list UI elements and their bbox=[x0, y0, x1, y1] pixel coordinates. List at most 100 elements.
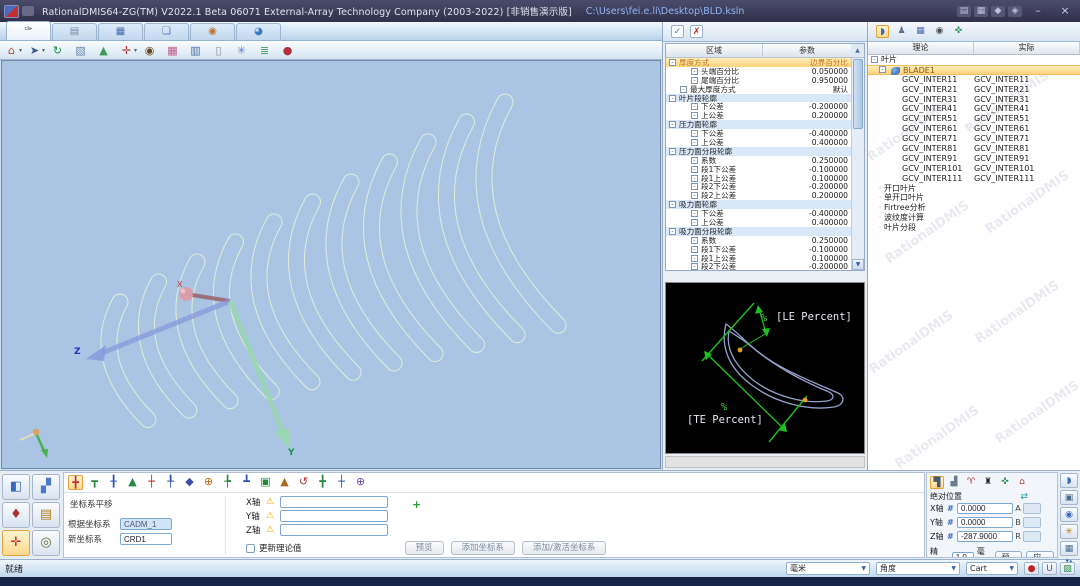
parameter-row[interactable]: -上公差 0.200000 bbox=[666, 111, 864, 120]
cs-offset-icon[interactable]: ╋ bbox=[315, 475, 330, 490]
expander-icon[interactable]: - bbox=[691, 210, 698, 217]
dropdown-arrow-icon[interactable]: ▾ bbox=[19, 47, 25, 54]
expander-icon[interactable]: - bbox=[691, 166, 698, 173]
connection-icon[interactable]: ▨ bbox=[1060, 562, 1075, 575]
expander-icon[interactable]: - bbox=[691, 77, 698, 84]
expander-icon[interactable]: - bbox=[691, 219, 698, 226]
scroll-down-icon[interactable]: ▼ bbox=[852, 259, 864, 270]
view-3d-icon[interactable]: ▲ bbox=[96, 43, 111, 58]
parameter-row[interactable]: -段2下公差 -0.200000 bbox=[666, 182, 864, 191]
tool-calibration-icon[interactable]: ◎ bbox=[32, 530, 60, 556]
cursor-icon[interactable]: ➤ bbox=[27, 43, 42, 58]
expander-icon[interactable]: - bbox=[669, 228, 676, 235]
expander-icon[interactable]: - bbox=[871, 56, 878, 63]
column-parameter[interactable]: 参数 bbox=[763, 44, 851, 57]
cs-bestfit-icon[interactable]: ◆ bbox=[182, 475, 197, 490]
tree-section-row[interactable]: GCV_INTER51 GCV_INTER51 bbox=[868, 114, 1080, 124]
feature-panel-icon[interactable]: ▣ bbox=[1060, 490, 1078, 505]
expander-icon[interactable]: - bbox=[691, 192, 698, 199]
expander-icon[interactable]: - bbox=[691, 255, 698, 262]
parameter-row[interactable]: -系数 0.250000 bbox=[666, 236, 864, 245]
expander-icon[interactable]: - bbox=[691, 246, 698, 253]
feature-measure-icon[interactable]: ◧ bbox=[2, 474, 30, 500]
axis-position-field[interactable] bbox=[957, 531, 1013, 542]
scrollbar-thumb[interactable] bbox=[853, 59, 863, 129]
dropdown-arrow-icon[interactable]: ▾ bbox=[134, 47, 140, 54]
tab-layers[interactable]: ❏ bbox=[144, 23, 189, 40]
feature-tree-icon[interactable]: ♟ bbox=[895, 25, 908, 38]
rotary-axis-field[interactable] bbox=[1023, 531, 1041, 542]
expander-icon[interactable]: - bbox=[691, 112, 698, 119]
expander-icon[interactable]: - bbox=[669, 59, 676, 66]
point-cloud-icon[interactable]: ✳ bbox=[234, 43, 249, 58]
expander-icon[interactable]: - bbox=[691, 237, 698, 244]
close-button[interactable]: × bbox=[1054, 4, 1076, 18]
precision-field[interactable] bbox=[952, 552, 974, 559]
position-preview-button[interactable]: 预览 bbox=[995, 551, 1023, 558]
tree-analysis-row[interactable]: · Firtree分析 bbox=[868, 203, 1080, 213]
expander-icon[interactable]: - bbox=[669, 121, 676, 128]
parameter-row[interactable]: -段1下公差 -0.100000 bbox=[666, 245, 864, 254]
cs-plane-icon[interactable]: ▲ bbox=[125, 475, 140, 490]
joystick-icon[interactable]: ♜ bbox=[981, 476, 995, 489]
parameter-row[interactable]: -压力面分段轮廓 bbox=[666, 147, 864, 156]
parameter-row[interactable]: -厚度方式 边界百分比 bbox=[666, 58, 864, 67]
cad-viewport[interactable]: X Z Y bbox=[1, 60, 661, 469]
tree-section-row[interactable]: GCV_INTER91 GCV_INTER91 bbox=[868, 154, 1080, 164]
rotary-axis-field[interactable] bbox=[1023, 517, 1041, 528]
probe-alert-icon[interactable]: ◈ bbox=[1008, 6, 1022, 17]
cs-plane-line-point-icon[interactable]: ▲ bbox=[277, 475, 292, 490]
axis-offset-field[interactable] bbox=[280, 524, 388, 536]
rotary-axis-field[interactable] bbox=[1023, 503, 1041, 514]
expander-icon[interactable]: - bbox=[691, 263, 698, 270]
tree-section-row[interactable]: GCV_INTER41 GCV_INTER41 bbox=[868, 104, 1080, 114]
coord-mode-dropdown[interactable]: Cart▼ bbox=[966, 562, 1018, 575]
parameter-row[interactable]: -吸力面分段轮廓 bbox=[666, 227, 864, 236]
axis-offset-field[interactable] bbox=[280, 496, 388, 508]
cmm-machine-icon[interactable]: ▥ bbox=[188, 43, 203, 58]
close-panel-icon[interactable]: ✗ bbox=[690, 25, 703, 38]
cs-misc-icon[interactable]: ⊕ bbox=[353, 475, 368, 490]
expander-icon[interactable]: - bbox=[691, 157, 698, 164]
parameter-row[interactable]: -下公差 -0.400000 bbox=[666, 129, 864, 138]
layout-window-icon[interactable]: ▤ bbox=[957, 6, 971, 17]
expander-icon[interactable]: - bbox=[691, 175, 698, 182]
axis-position-field[interactable] bbox=[957, 503, 1013, 514]
column-actual[interactable]: 实际 bbox=[974, 42, 1080, 54]
parameter-row[interactable]: -叶片段轮廓 bbox=[666, 94, 864, 103]
angle-dropdown[interactable]: 角度▼ bbox=[876, 562, 960, 575]
preview-button[interactable]: 预览 bbox=[405, 541, 444, 555]
update-theory-checkbox[interactable] bbox=[246, 544, 255, 553]
probe-add-icon[interactable]: ✜ bbox=[998, 476, 1012, 489]
cs-origin-icon[interactable]: ┼ bbox=[144, 475, 159, 490]
go-home-icon[interactable]: ⌂ bbox=[1015, 476, 1029, 489]
probe-status-icon[interactable]: ◆ bbox=[991, 6, 1005, 17]
cs-rotate-axis-icon[interactable]: ╂ bbox=[106, 475, 121, 490]
app-menu-icon[interactable] bbox=[22, 6, 34, 16]
expander-icon[interactable]: - bbox=[691, 68, 698, 75]
zoom-panel-icon[interactable]: ◉ bbox=[1060, 507, 1078, 522]
tab-window[interactable]: ▦ bbox=[98, 23, 143, 40]
tab-world[interactable]: ◕ bbox=[236, 23, 281, 40]
parameter-row[interactable]: -段1上公差 0.100000 bbox=[666, 254, 864, 263]
cs-321-icon[interactable]: ╄ bbox=[220, 475, 235, 490]
add-cs-button[interactable]: 添加坐标系 bbox=[451, 541, 516, 555]
expander-icon[interactable]: - bbox=[669, 148, 676, 155]
estop-icon[interactable]: ● bbox=[1024, 562, 1039, 575]
parameter-scrollbar[interactable]: ▼ bbox=[851, 58, 864, 270]
refresh-position-icon[interactable]: ⇄ bbox=[1020, 492, 1028, 502]
parameter-row[interactable]: -段2上公差 0.200000 bbox=[666, 191, 864, 200]
minimize-button[interactable]: – bbox=[1027, 4, 1049, 18]
window-grid-icon[interactable]: ▦ bbox=[914, 25, 927, 38]
confirm-check-icon[interactable]: ✓ bbox=[671, 25, 684, 38]
parameter-row[interactable]: -段1下公差 -0.100000 bbox=[666, 165, 864, 174]
fixture-icon[interactable]: ▤ bbox=[32, 502, 60, 528]
rotate-view-icon[interactable]: ↻ bbox=[50, 43, 65, 58]
scroll-up-icon[interactable]: ▲ bbox=[851, 44, 864, 57]
expander-icon[interactable]: - bbox=[691, 139, 698, 146]
tree-section-row[interactable]: GCV_INTER111 GCV_INTER111 bbox=[868, 174, 1080, 184]
tree-blade-item[interactable]: - BLADE1 bbox=[868, 65, 1080, 75]
tree-section-row[interactable]: GCV_INTER71 GCV_INTER71 bbox=[868, 134, 1080, 144]
column-theory[interactable]: 理论 bbox=[868, 42, 974, 54]
tree-section-row[interactable]: GCV_INTER11 GCV_INTER11 bbox=[868, 75, 1080, 85]
